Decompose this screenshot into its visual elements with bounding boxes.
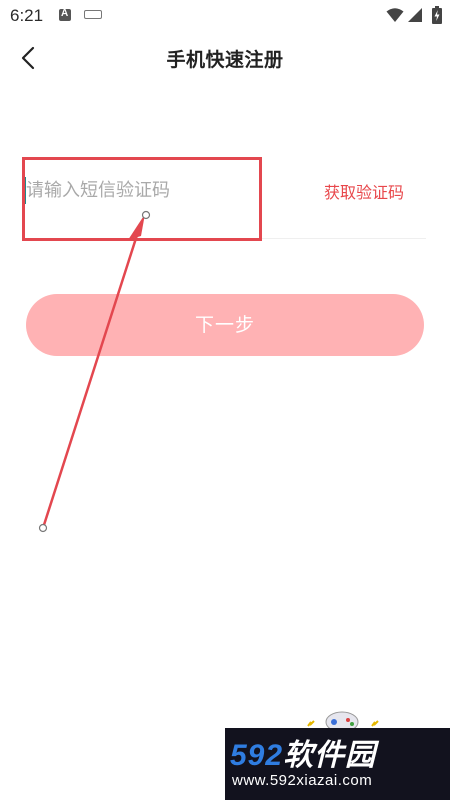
wifi-icon — [386, 8, 404, 22]
status-bar: 6:21 — [0, 0, 450, 32]
keyboard-icon — [84, 10, 102, 19]
watermark-logo-number: 592 — [230, 739, 284, 772]
annotation-arrow — [38, 210, 151, 533]
page-title: 手机快速注册 — [166, 49, 284, 71]
annotation-highlight-box — [22, 157, 262, 241]
watermark-url: www.592xiazai.com — [232, 772, 373, 789]
watermark-logo-text: 软件园 — [283, 739, 377, 772]
watermark-logo: 592软件园 — [230, 730, 445, 774]
status-time: 6:21 — [10, 6, 44, 25]
signal-icon — [408, 8, 422, 22]
header: 手机快速注册 — [0, 34, 450, 82]
get-code-button[interactable]: 获取验证码 — [324, 179, 404, 203]
battery-icon — [432, 6, 442, 24]
a-icon — [59, 8, 71, 21]
next-step-button[interactable]: 下一步 — [26, 294, 424, 356]
register-screen: 6:21 手机快速注册 获取验证码 下一步 — [0, 0, 450, 800]
